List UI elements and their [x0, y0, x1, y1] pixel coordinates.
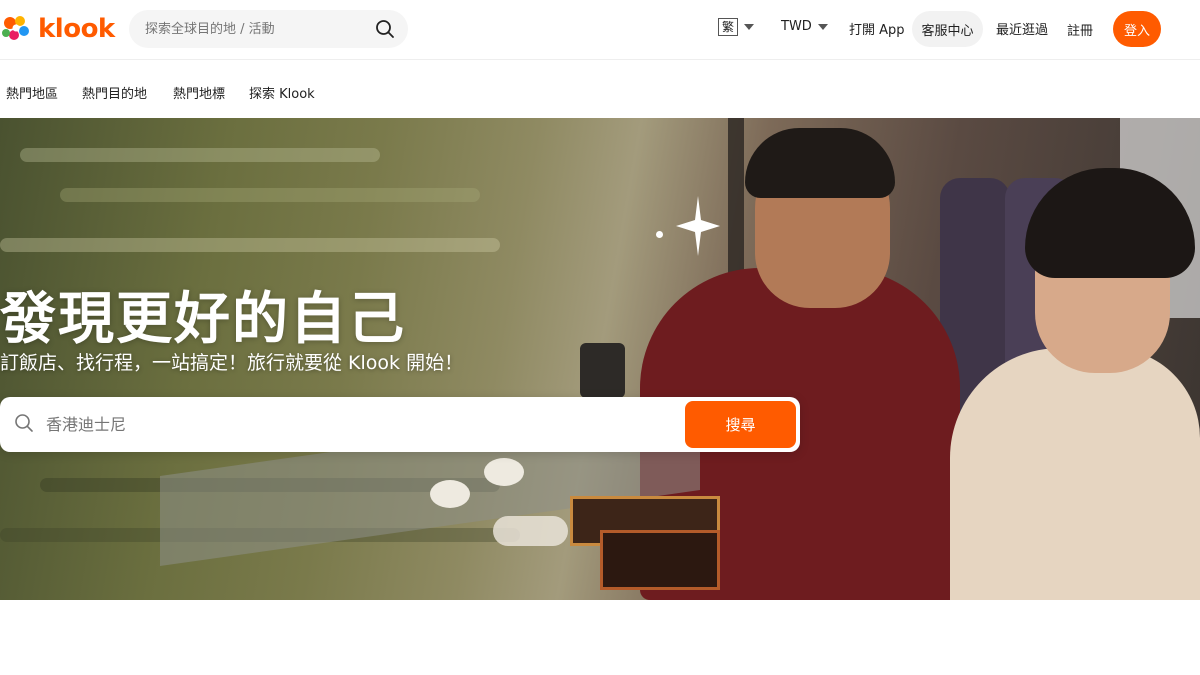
subnav-item-popular-landmarks[interactable]: 熱門地標	[173, 83, 225, 102]
signup-link[interactable]: 註冊	[1067, 20, 1093, 39]
currency-selector[interactable]: TWD	[781, 19, 828, 34]
help-center-button[interactable]: 客服中心	[912, 11, 983, 47]
klook-logo-icon	[0, 13, 32, 45]
hero-search-bar[interactable]: 搜尋	[0, 397, 800, 452]
login-button[interactable]: 登入	[1113, 11, 1161, 47]
bun	[484, 458, 524, 486]
chevron-down-icon	[817, 23, 828, 30]
food-container	[493, 516, 568, 546]
language-label: 繁	[718, 18, 739, 36]
hero-search-button[interactable]: 搜尋	[685, 401, 796, 448]
chevron-down-icon	[744, 24, 755, 30]
subnav-item-popular-destinations[interactable]: 熱門目的地	[82, 83, 147, 102]
secondary-nav: 熱門地區 熱門目的地 熱門地標 探索 Klook	[0, 60, 1200, 118]
bun	[430, 480, 470, 508]
search-icon[interactable]	[374, 18, 396, 40]
hero-title: 發現更好的自己	[0, 287, 406, 352]
person-hair	[745, 128, 895, 198]
hero-bg-streak	[0, 238, 500, 252]
subnav-item-explore-klook[interactable]: 探索 Klook	[249, 83, 315, 102]
thermos	[580, 343, 625, 398]
recently-viewed-link[interactable]: 最近逛過	[996, 19, 1048, 38]
hero-bg-streak	[20, 148, 380, 162]
person-cream-sweater	[950, 348, 1200, 600]
bento-box	[600, 530, 720, 590]
subnav-item-popular-regions[interactable]: 熱門地區	[6, 83, 58, 102]
open-app-link[interactable]: 打開 App	[849, 19, 905, 38]
language-selector[interactable]: 繁	[718, 18, 755, 36]
header-search-input[interactable]	[143, 20, 374, 38]
hero-banner: 發現更好的自己 訂飯店、找行程，一站搞定！旅行就要從 Klook 開始！ 搜尋	[0, 118, 1200, 600]
currency-label: TWD	[781, 19, 812, 34]
sparkle-dot	[656, 231, 663, 238]
sparkle-icon	[676, 196, 720, 260]
header-search[interactable]	[129, 10, 408, 48]
hero-subtitle: 訂飯店、找行程，一站搞定！旅行就要從 Klook 開始！	[0, 352, 464, 374]
search-icon	[14, 413, 34, 437]
top-header: klook 繁 TWD 打開 App 客服中心 最近逛過 註冊 登入	[0, 0, 1200, 60]
klook-logo[interactable]: klook	[0, 10, 115, 48]
logo-text: klook	[38, 14, 115, 44]
hero-bg-streak	[60, 188, 480, 202]
